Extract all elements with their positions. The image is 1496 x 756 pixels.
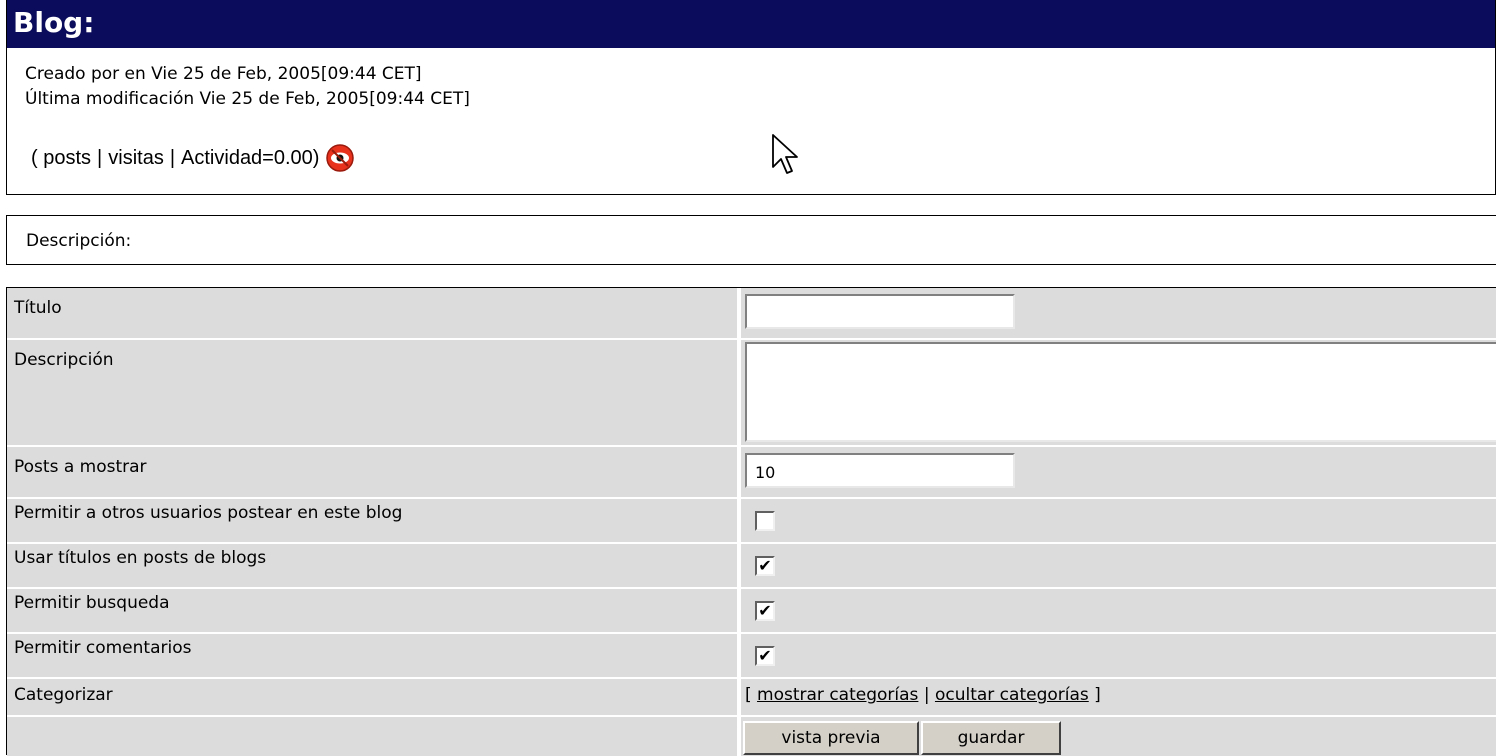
use-titles-checkbox[interactable]: ✔ (755, 556, 775, 576)
blog-header-title: Blog: (7, 0, 1495, 48)
allow-search-label: Permitir busqueda (14, 593, 170, 613)
description-box-label: Descripción: (26, 231, 132, 251)
show-categories-link[interactable]: mostrar categorías (757, 685, 918, 705)
stats-activity: Actividad=0.00) (181, 146, 320, 169)
preview-button[interactable]: vista previa (743, 721, 919, 755)
allow-search-checkbox[interactable]: ✔ (755, 601, 775, 621)
created-text: Creado por en Vie 25 de Feb, 2005[09:44 … (25, 64, 422, 84)
row-description: Descripción (7, 340, 1496, 445)
row-allow-comments: Permitir comentarios ✔ (7, 634, 1496, 677)
row-allow-others: Permitir a otros usuarios postear en est… (7, 499, 1496, 542)
row-posts: Posts a mostrar 10 (7, 447, 1496, 497)
allow-comments-checkbox[interactable]: ✔ (755, 646, 775, 666)
use-titles-label: Usar títulos en posts de blogs (14, 548, 267, 568)
allow-others-checkbox[interactable] (755, 511, 775, 531)
title-input[interactable] (745, 294, 1015, 329)
title-label: Título (14, 298, 62, 318)
cat-close-bracket: ] (1094, 685, 1101, 705)
posts-label: Posts a mostrar (14, 457, 147, 477)
blog-info-box: Blog: Creado por en Vie 25 de Feb, 2005[… (6, 0, 1496, 195)
blog-stats: ( posts | visitas | Actividad=0.00) (31, 143, 355, 173)
row-title: Título (7, 288, 1496, 338)
modified-text: Última modificación Vie 25 de Feb, 2005[… (25, 89, 470, 109)
description-label: Descripción (14, 350, 114, 370)
stats-separator: | (169, 146, 176, 169)
posts-input[interactable]: 10 (745, 453, 1015, 488)
cat-open-bracket: [ (745, 685, 752, 705)
row-actions: vista previa guardar (7, 717, 1496, 756)
stats-posts: posts (43, 146, 92, 169)
stats-separator: | (97, 146, 103, 169)
categorize-label: Categorizar (14, 685, 113, 705)
stats-visits: visitas (108, 146, 164, 169)
mouse-cursor-icon (771, 133, 801, 177)
monitor-eye-icon[interactable] (325, 143, 355, 173)
row-allow-search: Permitir busqueda ✔ (7, 589, 1496, 632)
blog-meta: Creado por en Vie 25 de Feb, 2005[09:44 … (25, 62, 470, 112)
allow-comments-label: Permitir comentarios (14, 638, 192, 658)
category-links: [ mostrar categorías | ocultar categoría… (745, 685, 1101, 705)
description-textarea[interactable] (745, 342, 1496, 442)
hide-categories-link[interactable]: ocultar categorías (935, 685, 1089, 705)
save-button[interactable]: guardar (921, 721, 1061, 755)
row-use-titles: Usar títulos en posts de blogs ✔ (7, 544, 1496, 587)
row-categorize: Categorizar [ mostrar categorías | ocult… (7, 679, 1496, 715)
cat-separator: | (923, 685, 930, 705)
allow-others-label: Permitir a otros usuarios postear en est… (14, 503, 403, 523)
stats-open-paren: ( (31, 146, 38, 169)
description-box: Descripción: (6, 215, 1496, 265)
blog-settings-form: Título Descripción Posts a mostrar 10 Pe… (6, 287, 1496, 756)
